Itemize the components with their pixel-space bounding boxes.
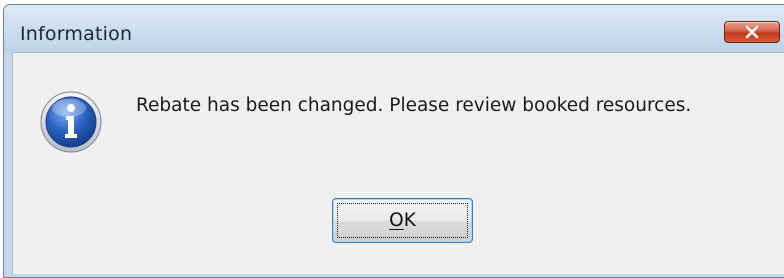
dialog-message: Rebate has been changed. Please review b… xyxy=(136,95,692,116)
ok-button[interactable]: OK xyxy=(332,198,473,243)
close-icon xyxy=(745,25,759,39)
title-bar[interactable]: Information xyxy=(4,5,784,52)
information-icon xyxy=(40,91,102,153)
ok-button-label: OK xyxy=(333,210,472,231)
window-title: Information xyxy=(20,23,133,45)
information-dialog: Information Rebate has been changed. Ple… xyxy=(3,4,784,278)
dialog-body: Rebate has been changed. Please review b… xyxy=(12,52,784,277)
ok-button-mnemonic: O xyxy=(389,210,404,231)
window-bottom-edge xyxy=(4,274,784,277)
ok-button-label-rest: K xyxy=(403,210,416,231)
close-button[interactable] xyxy=(724,21,780,43)
